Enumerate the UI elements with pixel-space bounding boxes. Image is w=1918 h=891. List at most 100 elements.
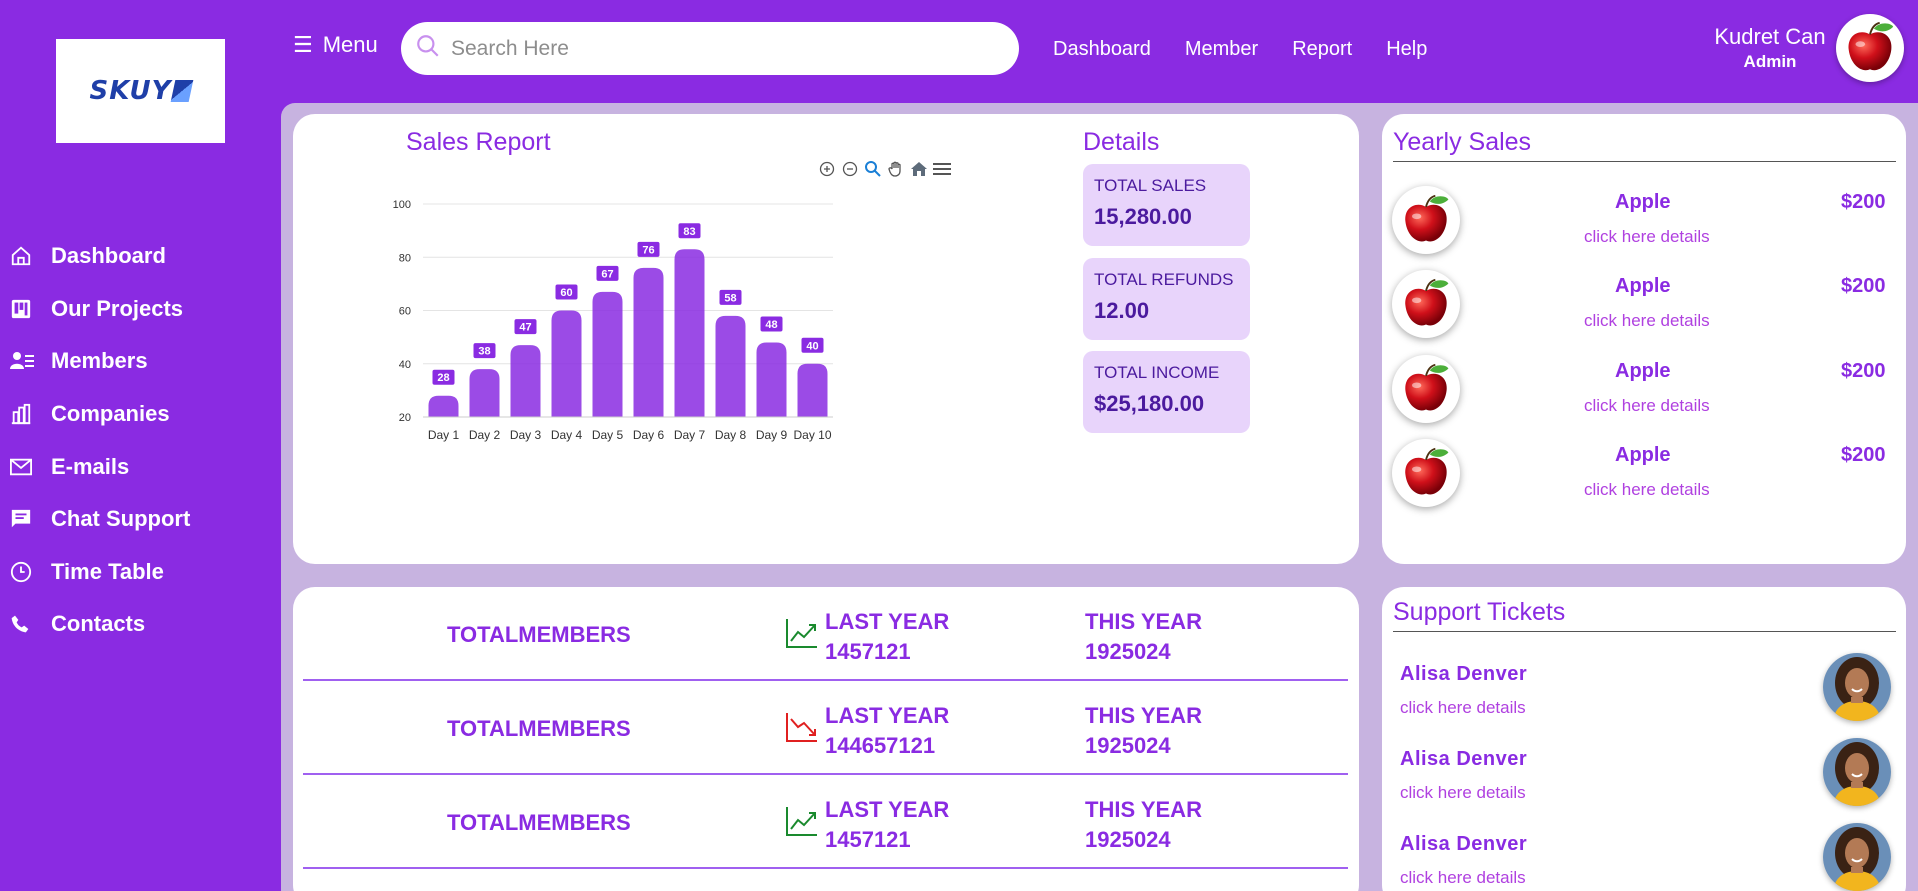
sidebar-item-label: Contacts bbox=[51, 611, 146, 637]
this-year-value: 1925024 bbox=[1085, 639, 1171, 664]
detail-value: 15,280.00 bbox=[1094, 204, 1192, 229]
ticket-name: Alisa Denver bbox=[1400, 833, 1528, 855]
avatar bbox=[1823, 823, 1891, 891]
sidebar-item-chat-support[interactable]: Chat Support bbox=[0, 493, 280, 546]
details-link[interactable]: click here details bbox=[1584, 227, 1710, 247]
last-year: LAST YEAR 144657121 bbox=[825, 701, 949, 761]
topnav-help[interactable]: Help bbox=[1386, 38, 1427, 61]
topnav-member[interactable]: Member bbox=[1185, 38, 1258, 61]
projects-icon bbox=[10, 298, 40, 320]
topnav-dashboard[interactable]: Dashboard bbox=[1053, 38, 1151, 61]
trend-down-icon bbox=[785, 711, 819, 748]
chart-bar bbox=[510, 345, 541, 417]
sidebar-item-label: Time Table bbox=[51, 558, 164, 584]
sidebar-item-label: Our Projects bbox=[51, 295, 184, 321]
total-sales-box: TOTAL SALES 15,280.00 bbox=[1083, 164, 1250, 246]
pan-hand-icon[interactable] bbox=[887, 160, 905, 178]
details-link[interactable]: click here details bbox=[1584, 311, 1710, 331]
sales-report-card: Sales Report 28 38 47 60 67 76 83 58 48 40 20 40 60… bbox=[293, 114, 1359, 564]
sidebar-item-emails[interactable]: E-mails bbox=[0, 440, 280, 493]
avatar bbox=[1823, 653, 1891, 721]
this-year-label: THIS YEAR bbox=[1085, 797, 1202, 822]
trend-up-icon bbox=[785, 805, 819, 842]
x-tick-label: Day 6 bbox=[633, 428, 665, 442]
support-tickets-title: Support Tickets bbox=[1393, 598, 1896, 632]
zoom-selection-icon[interactable] bbox=[864, 160, 882, 178]
topnav-report[interactable]: Report bbox=[1292, 38, 1352, 61]
product-price: $200 bbox=[1841, 191, 1886, 213]
members-label: TOTALMEMBERS bbox=[447, 716, 631, 741]
sidebar-item-time-table[interactable]: Time Table bbox=[0, 546, 280, 599]
y-tick-label: 20 bbox=[399, 412, 411, 424]
support-tickets-card: Support Tickets Alisa Denver click here … bbox=[1382, 587, 1906, 891]
list-item: Apple $200 click here details bbox=[1392, 439, 1896, 523]
details-link[interactable]: click here details bbox=[1584, 396, 1710, 416]
sidebar-item-companies[interactable]: Companies bbox=[0, 388, 280, 441]
detail-label: TOTAL INCOME bbox=[1094, 363, 1220, 382]
home-icon bbox=[10, 245, 40, 267]
menu-icon[interactable] bbox=[933, 160, 951, 178]
home-reset-icon[interactable] bbox=[910, 160, 928, 178]
x-tick-label: Day 5 bbox=[592, 428, 624, 442]
logo[interactable]: SKUY bbox=[56, 39, 225, 143]
data-label: 76 bbox=[642, 244, 654, 256]
product-name: Apple bbox=[1615, 191, 1671, 213]
details-link[interactable]: click here details bbox=[1400, 698, 1526, 718]
members-label: TOTALMEMBERS bbox=[447, 622, 631, 647]
product-price: $200 bbox=[1841, 275, 1886, 297]
phone-icon bbox=[10, 613, 40, 635]
y-tick-label: 100 bbox=[393, 199, 411, 211]
sidebar-item-dashboard[interactable]: Dashboard bbox=[0, 230, 280, 283]
sidebar-item-contacts[interactable]: Contacts bbox=[0, 598, 280, 651]
total-income-box: TOTAL INCOME $25,180.00 bbox=[1083, 351, 1250, 433]
x-tick-label: Day 3 bbox=[510, 428, 542, 442]
apple-icon bbox=[1392, 270, 1460, 338]
avatar bbox=[1823, 738, 1891, 806]
top-nav: Dashboard Member Report Help bbox=[1053, 38, 1461, 61]
list-item: Alisa Denver click here details bbox=[1400, 823, 1894, 891]
chart-bar bbox=[551, 310, 582, 417]
this-year-value: 1925024 bbox=[1085, 827, 1171, 852]
product-name: Apple bbox=[1615, 275, 1671, 297]
menu-button[interactable]: ☰ Menu bbox=[293, 32, 378, 58]
sales-bar-chart: 28 38 47 60 67 76 83 58 48 40 20 40 60 80 100 Day 1 Day… bbox=[393, 199, 833, 442]
product-name: Apple bbox=[1615, 444, 1671, 466]
chart-bar bbox=[756, 342, 787, 417]
details-link[interactable]: click here details bbox=[1400, 868, 1526, 888]
members-label: TOTALMEMBERS bbox=[447, 810, 631, 835]
table-row: TOTALMEMBERS LAST YEAR 1457121 THIS YEAR 1… bbox=[303, 775, 1348, 869]
this-year: THIS YEAR 1925024 bbox=[1085, 607, 1202, 667]
search-input[interactable] bbox=[451, 36, 971, 61]
last-year: LAST YEAR 1457121 bbox=[825, 607, 949, 667]
detail-label: TOTAL REFUNDS bbox=[1094, 270, 1234, 289]
sales-report-title: Sales Report bbox=[406, 128, 551, 156]
total-refunds-box: TOTAL REFUNDS 12.00 bbox=[1083, 258, 1250, 340]
avatar[interactable] bbox=[1836, 14, 1904, 82]
data-label: 83 bbox=[683, 226, 695, 238]
list-item: Alisa Denver click here details bbox=[1400, 653, 1894, 737]
sidebar-item-members[interactable]: Members bbox=[0, 335, 280, 388]
chart-bar bbox=[592, 291, 623, 417]
sidebar-item-label: Companies bbox=[51, 401, 170, 427]
ticket-name: Alisa Denver bbox=[1400, 663, 1528, 685]
search-icon bbox=[415, 33, 441, 64]
list-item: Apple $200 click here details bbox=[1392, 186, 1896, 270]
chart-bar bbox=[469, 369, 500, 417]
list-item: Apple $200 click here details bbox=[1392, 270, 1896, 354]
trend-up-icon bbox=[785, 617, 819, 654]
menu-label: Menu bbox=[322, 32, 378, 57]
x-tick-label: Day 10 bbox=[793, 428, 831, 442]
this-year: THIS YEAR 1925024 bbox=[1085, 701, 1202, 761]
clock-icon bbox=[10, 561, 40, 583]
last-year-label: LAST YEAR bbox=[825, 609, 950, 634]
sidebar: SKUY Dashboard Our Projects Members Comp… bbox=[0, 0, 280, 891]
data-label: 58 bbox=[724, 292, 736, 304]
sidebar-item-our-projects[interactable]: Our Projects bbox=[0, 283, 280, 336]
data-label: 47 bbox=[519, 322, 531, 334]
details-link[interactable]: click here details bbox=[1400, 783, 1526, 803]
details-link[interactable]: click here details bbox=[1584, 480, 1710, 500]
y-tick-label: 60 bbox=[399, 306, 411, 318]
last-year: LAST YEAR 1457121 bbox=[825, 795, 949, 855]
data-label: 67 bbox=[601, 268, 613, 280]
user-role: Admin bbox=[1743, 52, 1797, 71]
